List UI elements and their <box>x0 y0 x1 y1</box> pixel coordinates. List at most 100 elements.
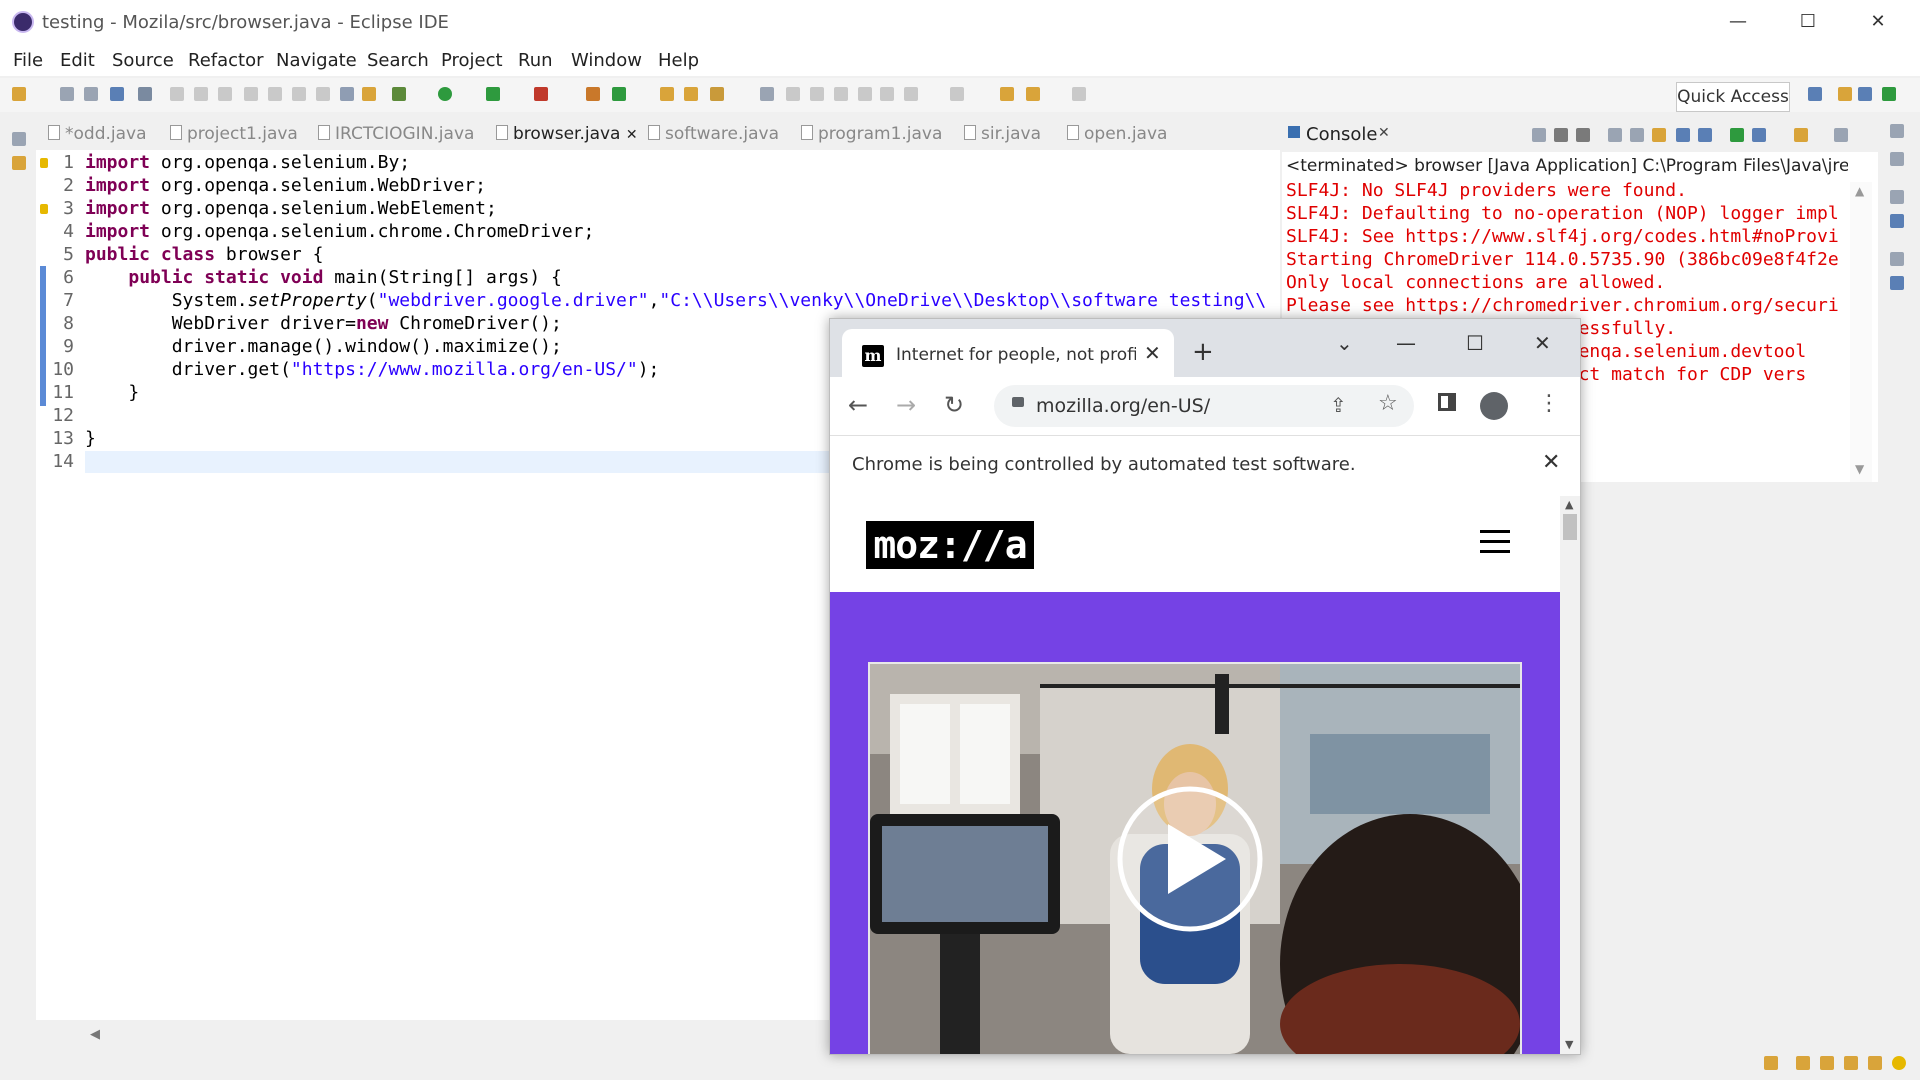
terminate-icon[interactable] <box>218 87 232 101</box>
console-tab-label[interactable]: Console <box>1306 124 1377 145</box>
suspend-icon[interactable] <box>194 87 208 101</box>
java-ee-perspective-icon[interactable] <box>1838 87 1852 101</box>
more-menu-icon[interactable]: ⋮ <box>1538 391 1560 416</box>
lightbulb-icon[interactable] <box>1892 1056 1906 1070</box>
skip-breakpoints-icon[interactable] <box>138 87 152 101</box>
open-console-icon[interactable] <box>1794 128 1808 142</box>
minimize-view-icon[interactable] <box>1834 128 1848 142</box>
menu-edit[interactable]: Edit <box>60 50 95 71</box>
use-step-filters-icon[interactable] <box>362 87 376 101</box>
open-task-icon[interactable] <box>684 87 698 101</box>
tab-open-java[interactable]: open.java <box>1067 124 1167 144</box>
save-icon[interactable] <box>60 87 74 101</box>
next-edit-icon[interactable] <box>904 87 918 101</box>
back-icon[interactable] <box>1000 87 1014 101</box>
bookmark-star-icon[interactable]: ☆ <box>1378 391 1398 416</box>
tab-browser-java[interactable]: browser.java ✕ <box>496 124 638 144</box>
close-console-icon[interactable]: ✕ <box>1378 125 1390 141</box>
open-type-icon[interactable] <box>660 87 674 101</box>
profile-avatar-icon[interactable] <box>1480 392 1508 420</box>
run-icon[interactable] <box>438 87 452 101</box>
new-java-project-icon[interactable] <box>586 87 600 101</box>
new-icon[interactable] <box>12 87 26 101</box>
scroll-up-icon[interactable]: ▲ <box>1855 184 1864 198</box>
tab-sir-java[interactable]: sir.java <box>964 124 1041 144</box>
show-stderr-icon[interactable] <box>1698 128 1712 142</box>
scroll-up-icon[interactable]: ▲ <box>1565 498 1573 511</box>
display-selected-console-icon[interactable] <box>1752 128 1766 142</box>
step-over-icon[interactable] <box>292 87 306 101</box>
next-annotation-icon[interactable] <box>834 87 848 101</box>
status-icon[interactable] <box>1764 1056 1778 1070</box>
new-package-icon[interactable] <box>612 87 626 101</box>
maximize-button[interactable]: ☐ <box>1778 6 1838 38</box>
status-icon[interactable] <box>1820 1056 1834 1070</box>
clear-console-icon[interactable] <box>1608 128 1622 142</box>
step-return-icon[interactable] <box>316 87 330 101</box>
back-icon[interactable]: ← <box>848 391 868 419</box>
menu-refactor[interactable]: Refactor <box>188 50 264 71</box>
remove-launch-icon[interactable] <box>1554 128 1568 142</box>
task-list-icon[interactable] <box>1890 152 1904 166</box>
new-tab-button[interactable]: + <box>1192 339 1214 365</box>
menu-search[interactable]: Search <box>367 50 429 71</box>
side-panel-icon[interactable] <box>1438 393 1456 411</box>
external-tools-icon[interactable] <box>534 87 548 101</box>
drop-to-frame-icon[interactable] <box>340 87 354 101</box>
restore-icon[interactable] <box>1890 190 1904 204</box>
reload-icon[interactable]: ↻ <box>944 391 964 419</box>
url-text[interactable]: mozilla.org/en-US/ <box>1036 395 1210 417</box>
share-icon[interactable]: ⇪ <box>1330 393 1347 417</box>
tab-search-icon[interactable]: ⌄ <box>1336 331 1353 355</box>
mozilla-logo[interactable]: moz://a <box>866 521 1034 569</box>
maximize-button[interactable]: ☐ <box>1466 331 1484 355</box>
tab-software-java[interactable]: software.java <box>648 124 779 144</box>
last-edit-icon[interactable] <box>950 87 964 101</box>
status-icon[interactable] <box>1844 1056 1858 1070</box>
scroll-thumb[interactable] <box>1563 514 1577 540</box>
outline-icon[interactable] <box>1890 214 1904 228</box>
status-icon[interactable] <box>1796 1056 1810 1070</box>
forward-icon[interactable]: → <box>896 391 916 419</box>
scroll-down-icon[interactable]: ▼ <box>1855 462 1864 476</box>
terminate-console-icon[interactable] <box>1532 128 1546 142</box>
scroll-down-icon[interactable]: ▼ <box>1565 1038 1573 1051</box>
quick-access-field[interactable]: Quick Access <box>1676 82 1790 112</box>
step-into-icon[interactable] <box>268 87 282 101</box>
show-whitespace-icon[interactable] <box>810 87 824 101</box>
tab-project1-java[interactable]: project1.java <box>170 124 298 144</box>
restore-icon[interactable] <box>12 132 26 146</box>
console-view-icon[interactable] <box>1890 276 1904 290</box>
search-icon[interactable] <box>710 87 724 101</box>
warning-marker-icon[interactable] <box>40 158 48 168</box>
close-tab-icon[interactable]: ✕ <box>1144 341 1161 365</box>
close-button[interactable]: ✕ <box>1534 331 1551 355</box>
close-button[interactable]: ✕ <box>1848 6 1908 38</box>
restore-icon[interactable] <box>1890 252 1904 266</box>
console-icon[interactable] <box>110 87 124 101</box>
tab-program1-java[interactable]: program1.java <box>801 124 942 144</box>
toggle-block-selection-icon[interactable] <box>786 87 800 101</box>
menu-file[interactable]: File <box>13 50 43 71</box>
restore-icon[interactable] <box>1890 124 1904 138</box>
lock-icon[interactable] <box>1012 397 1024 407</box>
close-tab-icon[interactable]: ✕ <box>626 127 638 143</box>
menu-help[interactable]: Help <box>658 50 699 71</box>
close-infobar-icon[interactable]: ✕ <box>1542 450 1560 475</box>
toggle-mark-occurrences-icon[interactable] <box>760 87 774 101</box>
word-wrap-icon[interactable] <box>1652 128 1666 142</box>
menu-project[interactable]: Project <box>441 50 503 71</box>
menu-window[interactable]: Window <box>571 50 642 71</box>
address-bar[interactable]: mozilla.org/en-US/ ⇪ ☆ <box>994 385 1414 427</box>
console-vertical-scrollbar[interactable]: ▲ ▼ <box>1850 182 1872 482</box>
hamburger-menu-icon[interactable] <box>1480 530 1510 554</box>
browser-tab[interactable]: m Internet for people, not profit ✕ <box>842 329 1174 377</box>
package-explorer-icon[interactable] <box>12 156 26 170</box>
menu-navigate[interactable]: Navigate <box>276 50 357 71</box>
disconnect-icon[interactable] <box>244 87 258 101</box>
status-icon[interactable] <box>1868 1056 1882 1070</box>
pin-console-icon[interactable] <box>1730 128 1744 142</box>
page-vertical-scrollbar[interactable]: ▲ ▼ <box>1560 496 1580 1054</box>
pilcrow-icon[interactable] <box>880 87 894 101</box>
tab-odd-java[interactable]: *odd.java <box>48 124 147 144</box>
